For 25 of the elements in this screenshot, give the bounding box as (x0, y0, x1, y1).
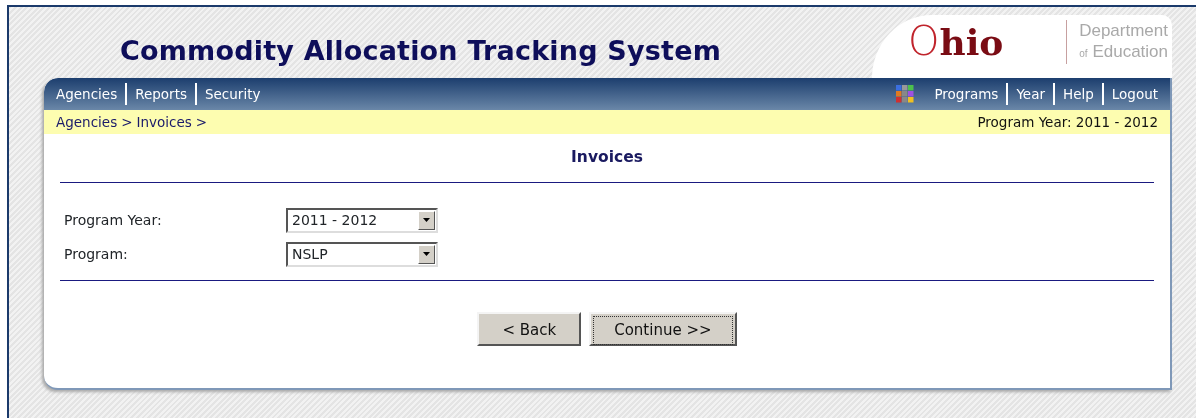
logo-department-text: Department of Education (1066, 20, 1168, 64)
app-title: Commodity Allocation Tracking System (120, 34, 721, 68)
field-label: Program Year: (64, 210, 163, 230)
nav-link[interactable]: Help (1063, 83, 1094, 105)
nav-link[interactable]: Reports (135, 83, 187, 105)
page-title: Invoices (570, 147, 644, 168)
form-button[interactable]: Continue >> (589, 312, 737, 346)
nav-link[interactable]: Logout (1111, 83, 1158, 105)
breadcrumb-link[interactable]: Agencies (56, 111, 118, 133)
field-label: Program: (64, 244, 129, 264)
program-year-text: Program Year: 2011 - 2012 (977, 112, 1158, 132)
grid-icon[interactable] (896, 85, 915, 103)
nav-link[interactable]: Agencies (56, 83, 118, 105)
dropdown-arrow-icon (423, 252, 430, 256)
nav-link[interactable]: Security (205, 83, 261, 105)
nav-link[interactable]: Year (1016, 83, 1045, 105)
breadcrumb-link[interactable]: Invoices (136, 111, 192, 133)
dropdown[interactable]: NSLP (286, 241, 438, 267)
dropdown-arrow-icon (423, 218, 430, 222)
breadcrumb-separator: > (195, 112, 208, 132)
dropdown[interactable]: 2011 - 2012 (286, 207, 438, 233)
breadcrumb-separator: > (121, 112, 133, 132)
form-button[interactable]: < Back (477, 312, 582, 346)
nav-link[interactable]: Programs (934, 83, 999, 105)
logo-wordmark: Ohio (908, 21, 1004, 61)
